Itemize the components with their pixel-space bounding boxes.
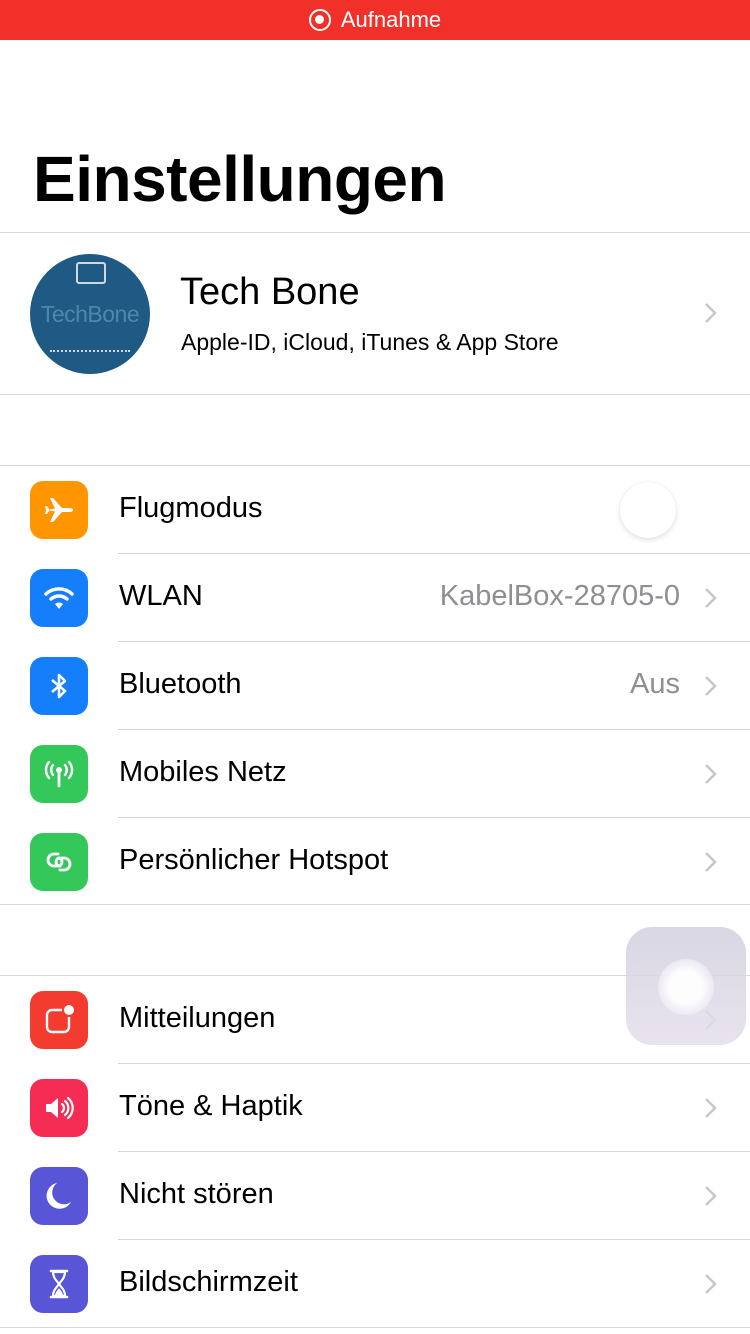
antenna-icon [30, 745, 88, 803]
notifications-icon [30, 991, 88, 1049]
row-label: Töne & Haptik [119, 1090, 303, 1122]
row-label: Bildschirmzeit [119, 1266, 298, 1298]
row-label: Nicht stören [119, 1178, 274, 1210]
settings-row-mobiles-netz[interactable]: Mobiles Netz [0, 730, 750, 818]
divider [0, 904, 750, 905]
wifi-icon [30, 569, 88, 627]
bluetooth-status-value: Aus [630, 668, 680, 700]
toggle-knob [620, 482, 676, 538]
divider [0, 394, 750, 395]
recording-label: Aufnahme [340, 7, 442, 32]
avatar-monitor-doodle [76, 262, 106, 284]
profile-subtitle: Apple-ID, iCloud, iTunes & App Store [181, 329, 559, 355]
flugmodus-toggle[interactable] [620, 482, 678, 538]
avatar-logo-text: TechBone [40, 300, 140, 327]
settings-row-hotspot[interactable]: Persönlicher Hotspot [0, 818, 750, 906]
row-label: Flugmodus [119, 492, 263, 524]
page-title: Einstellungen [33, 143, 447, 215]
speaker-icon [30, 1079, 88, 1137]
assistive-touch-button[interactable] [626, 927, 746, 1045]
settings-row-toene-haptik[interactable]: Töne & Haptik [0, 1064, 750, 1152]
bluetooth-icon [30, 657, 88, 715]
record-icon [308, 9, 331, 31]
chevron-right-icon [705, 1098, 717, 1118]
chevron-right-icon [705, 588, 717, 608]
chevron-right-icon [705, 1274, 717, 1294]
airplane-icon [30, 481, 88, 539]
chevron-right-icon [705, 1186, 717, 1206]
settings-row-bildschirmzeit[interactable]: Bildschirmzeit [0, 1240, 750, 1328]
chevron-right-icon [705, 676, 717, 696]
apple-id-profile-row[interactable]: TechBone Tech Bone Apple-ID, iCloud, iTu… [0, 233, 750, 394]
chevron-right-icon [705, 852, 717, 872]
assistive-touch-icon [658, 959, 714, 1015]
settings-row-wlan[interactable]: WLAN KabelBox-28705-0 [0, 554, 750, 642]
chevron-right-icon [705, 764, 717, 784]
settings-row-flugmodus[interactable]: Flugmodus [0, 466, 750, 554]
profile-name: Tech Bone [180, 271, 360, 313]
divider [0, 1327, 750, 1328]
hourglass-icon [30, 1255, 88, 1313]
chevron-right-icon [705, 303, 717, 323]
hotspot-link-icon [30, 833, 88, 891]
avatar: TechBone [30, 254, 150, 374]
row-label: Mitteilungen [119, 1002, 276, 1034]
row-label: Bluetooth [119, 668, 242, 700]
row-label: Persönlicher Hotspot [119, 844, 389, 876]
row-label: WLAN [119, 580, 203, 612]
settings-row-bluetooth[interactable]: Bluetooth Aus [0, 642, 750, 730]
moon-icon [30, 1167, 88, 1225]
wlan-network-value: KabelBox-28705-0 [439, 580, 680, 612]
row-label: Mobiles Netz [119, 756, 287, 788]
settings-row-nicht-stoeren[interactable]: Nicht stören [0, 1152, 750, 1240]
screen-recording-bar[interactable]: Aufnahme [0, 0, 750, 40]
avatar-doodle [50, 350, 130, 364]
